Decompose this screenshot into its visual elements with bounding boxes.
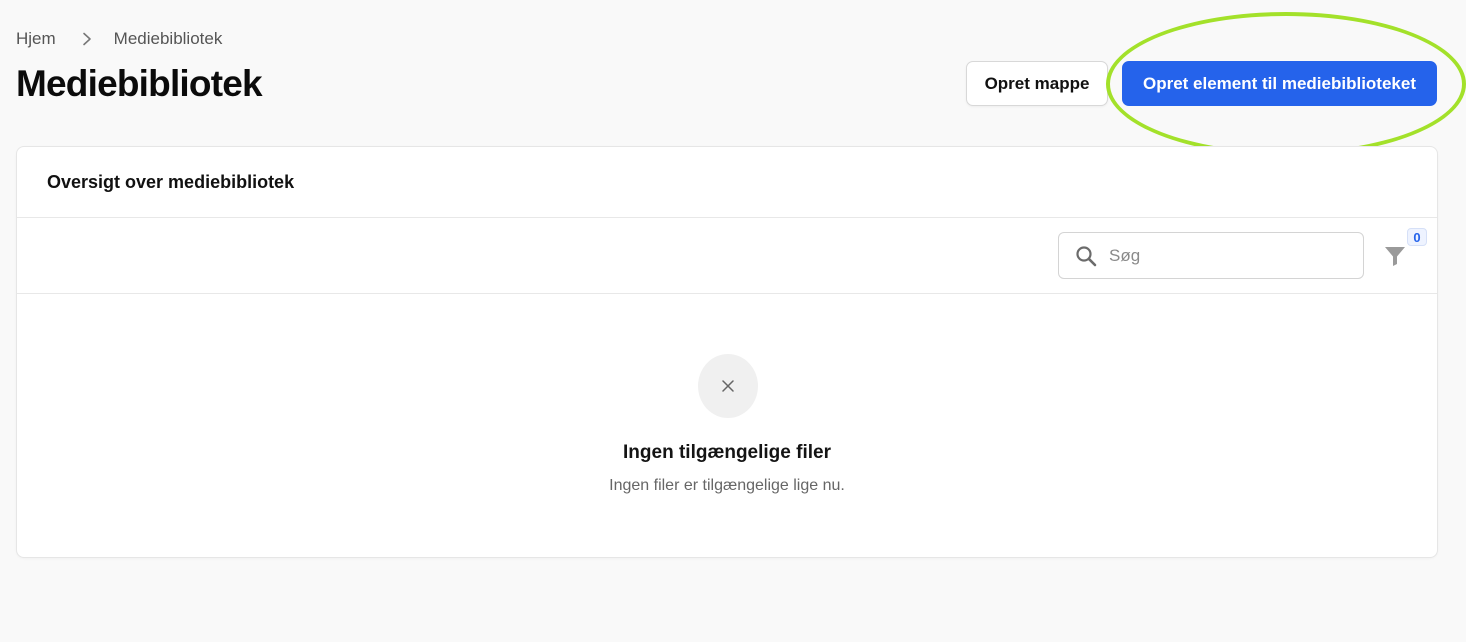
breadcrumb-home-link[interactable]: Hjem [16, 29, 56, 49]
card-header: Oversigt over mediebibliotek [17, 147, 1437, 218]
card-title: Oversigt over mediebibliotek [47, 171, 295, 192]
search-box[interactable] [1058, 232, 1364, 279]
search-icon [1075, 245, 1097, 267]
breadcrumb: Hjem Mediebibliotek [16, 29, 222, 49]
breadcrumb-current: Mediebibliotek [113, 29, 223, 48]
filter-count-badge: 0 [1407, 228, 1427, 246]
chevron-right-icon [82, 32, 92, 46]
create-folder-button[interactable]: Opret mappe [966, 61, 1108, 106]
page-title: Mediebibliotek [16, 63, 263, 104]
media-library-card: Oversigt over mediebibliotek 0 Ingen til… [16, 146, 1438, 558]
create-media-item-button[interactable]: Opret element til mediebiblioteket [1122, 61, 1437, 106]
filter-button[interactable]: 0 [1383, 228, 1427, 274]
empty-state: Ingen tilgængelige filer Ingen filer er … [17, 294, 1437, 558]
empty-state-title: Ingen tilgængelige filer [623, 442, 831, 463]
empty-state-description: Ingen filer er tilgængelige lige nu. [609, 477, 845, 494]
table-toolbar: 0 [17, 218, 1437, 294]
close-icon [698, 354, 758, 418]
page: Hjem Mediebibliotek Mediebibliotek Opret… [0, 0, 1466, 642]
filter-icon [1383, 244, 1407, 268]
search-input[interactable] [1109, 245, 1339, 266]
